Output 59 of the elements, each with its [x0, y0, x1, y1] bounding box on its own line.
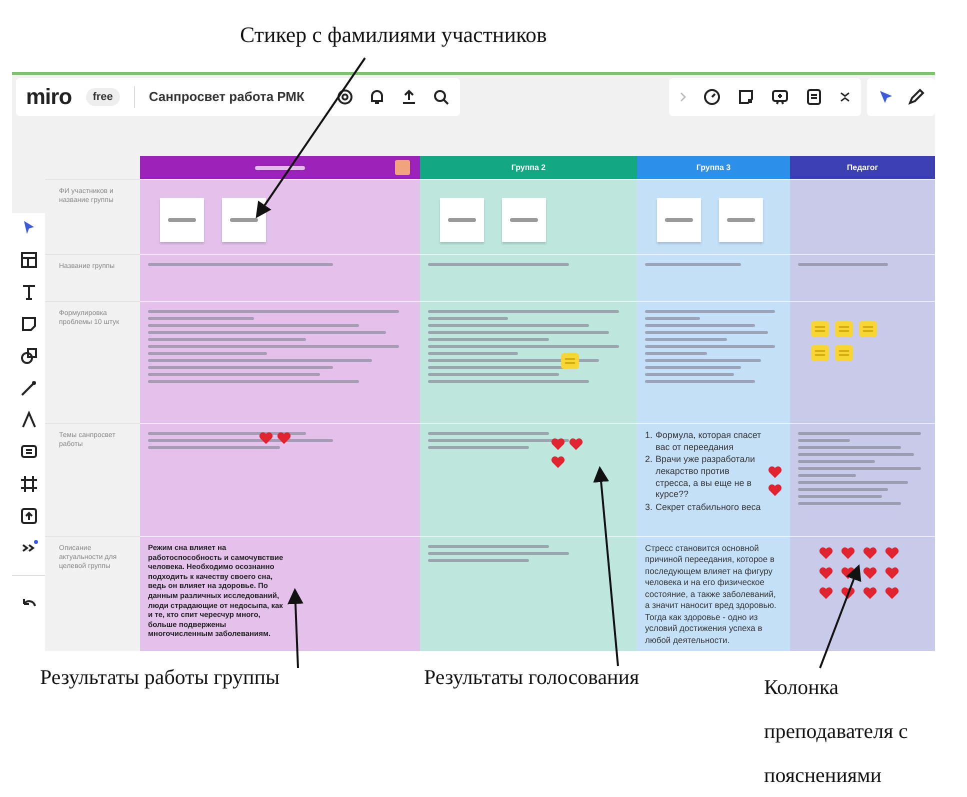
- line-icon[interactable]: [20, 379, 38, 397]
- heart-icon: [862, 545, 878, 561]
- sticky-note-icon: [810, 320, 830, 338]
- column-title: Группа 3: [696, 163, 731, 172]
- list-number: 2.: [645, 454, 653, 466]
- comment-icon[interactable]: [20, 443, 38, 461]
- paragraph: Стресс становится основной причиной переедания, которое в последующем влияет на фигуру человека и на его физическое состояние, а также заболеваний, а значит наносит вред здоровью. Тогда как здоровье - одно из условий достижения успеха в любой деятельности.: [645, 543, 778, 646]
- timer-icon[interactable]: [703, 88, 721, 106]
- miro-logo[interactable]: miro: [26, 84, 72, 110]
- list-item: Врачи уже разработали лекарство против стресса, а вы еще не в курсе??: [656, 454, 756, 502]
- note-icon[interactable]: [737, 88, 755, 106]
- document-icon[interactable]: [805, 88, 823, 106]
- heart-icon: [840, 565, 856, 581]
- heart-icon: [568, 436, 584, 452]
- avatar-icon: [395, 160, 410, 175]
- list-number: 1.: [645, 430, 653, 442]
- shapes-icon[interactable]: [20, 347, 38, 365]
- template-icon[interactable]: [20, 251, 38, 269]
- heart-icon: [862, 585, 878, 601]
- heart-icon: [550, 454, 566, 470]
- sticky-note-icon: [834, 320, 854, 338]
- annotation-caption: Колонка преподавателя с пояснениями: [764, 674, 909, 789]
- list-number: 3.: [645, 502, 653, 514]
- collapse-icon[interactable]: [839, 90, 851, 104]
- frame-icon[interactable]: [20, 475, 38, 493]
- sticky-note-icon: [858, 320, 878, 338]
- plan-badge[interactable]: free: [86, 88, 120, 106]
- heart-icon: [862, 565, 878, 581]
- screen-icon[interactable]: [771, 88, 789, 106]
- sticky-note-icon: [560, 352, 580, 370]
- heart-icon: [818, 565, 834, 581]
- heart-icon: [550, 436, 566, 452]
- sticky-note-icon: [834, 344, 854, 362]
- list-item: Секрет стабильного веса: [656, 502, 761, 514]
- heart-icon: [818, 545, 834, 561]
- annotation-caption: Результаты работы группы: [40, 665, 281, 691]
- heart-icon: [884, 585, 900, 601]
- annotation-caption: Стикер с фамилиями участников: [240, 22, 547, 48]
- heart-icon: [767, 464, 783, 480]
- annotation-caption: Результаты голосования: [424, 665, 640, 691]
- heart-icon: [258, 430, 274, 446]
- heart-icon: [767, 482, 783, 498]
- heart-icon: [276, 430, 292, 446]
- search-icon[interactable]: [432, 88, 450, 106]
- heart-icon: [884, 565, 900, 581]
- column-title: Группа 2: [511, 163, 546, 172]
- heart-icon: [818, 585, 834, 601]
- heart-icon: [840, 585, 856, 601]
- sticky-note[interactable]: [222, 198, 266, 242]
- settings-icon[interactable]: [336, 88, 354, 106]
- blurred-title: [255, 166, 305, 170]
- upload-icon[interactable]: [20, 507, 38, 525]
- column-title: Педагог: [846, 163, 878, 172]
- sticky-note-icon[interactable]: [20, 315, 38, 333]
- sticky-note-icon: [810, 344, 830, 362]
- board-title[interactable]: Санпросвет работа РМК: [148, 89, 304, 104]
- heart-icon: [884, 545, 900, 561]
- heart-icon: [840, 545, 856, 561]
- list-item: Формула, которая спасет вас от переедания: [656, 430, 762, 454]
